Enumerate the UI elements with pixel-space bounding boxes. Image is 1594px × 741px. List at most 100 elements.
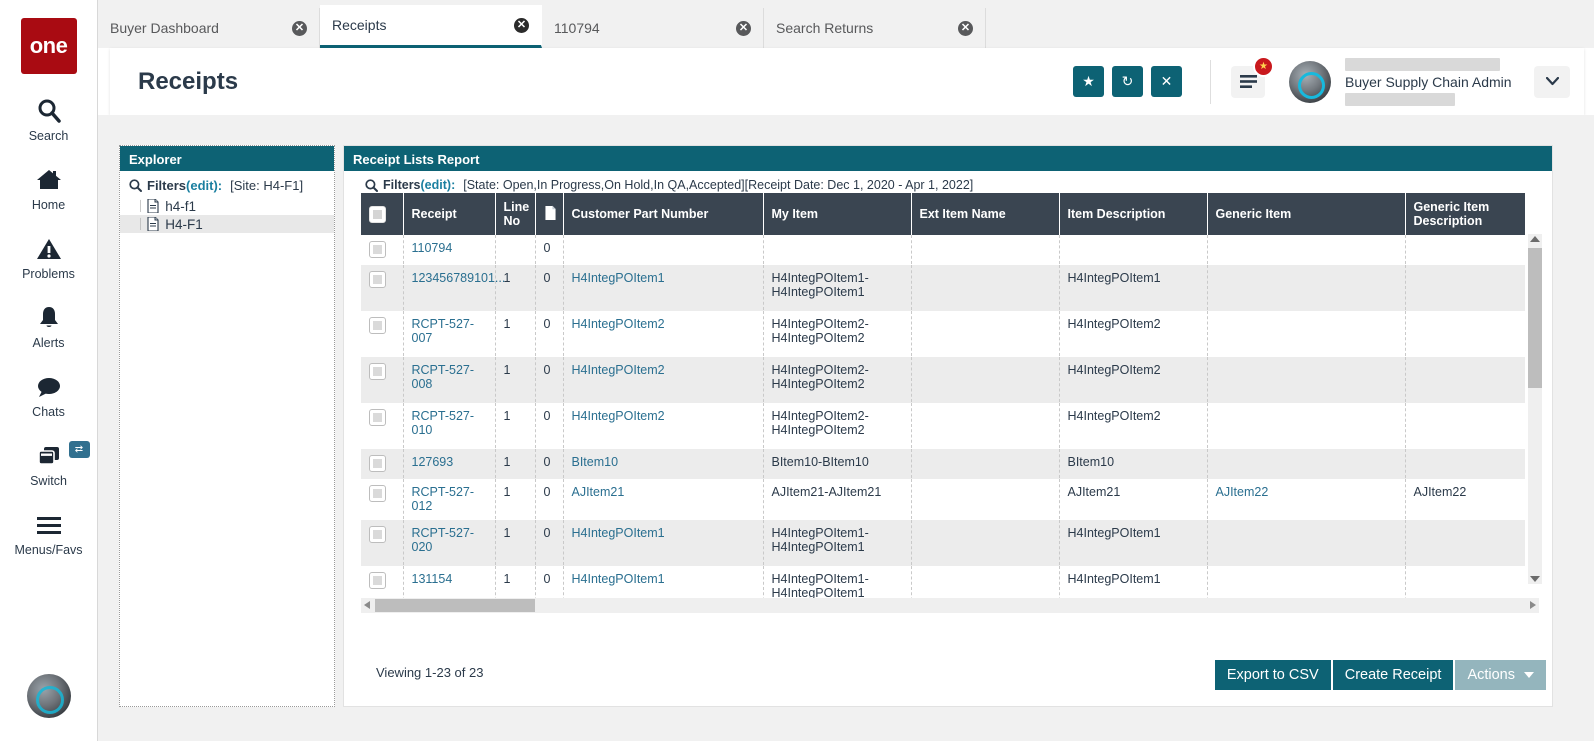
column-header-my-item[interactable]: My Item <box>763 193 911 235</box>
rail-item-home[interactable]: Home <box>0 165 98 212</box>
cell-customer-part-number[interactable]: H4IntegPOItem2 <box>563 357 763 403</box>
tab-110794[interactable]: 110794 ✕ <box>542 8 764 48</box>
cell-customer-part-number[interactable]: H4IntegPOItem1 <box>563 566 763 599</box>
cell-text: H4IntegPOItem1 <box>772 586 903 598</box>
favorite-button[interactable]: ★ <box>1073 66 1104 97</box>
table-row[interactable]: 123456789101...10H4IntegPOItem1H4IntegPO… <box>361 265 1525 311</box>
column-header-document[interactable] <box>535 193 563 235</box>
row-checkbox[interactable] <box>369 485 386 502</box>
explorer-tree-item-h4-f1-lower[interactable]: │ h4-f1 <box>120 197 334 215</box>
cell-customer-part-number[interactable]: H4IntegPOItem1 <box>563 265 763 311</box>
explorer-filters-edit-link[interactable]: (edit): <box>186 178 222 193</box>
left-nav-rail: one Search Home Problems Alerts Chats <box>0 0 98 741</box>
cell-text: AJItem21-AJItem21 <box>772 485 882 499</box>
rail-item-search[interactable]: Search <box>0 96 98 143</box>
column-header-generic-item-description[interactable]: Generic Item Description <box>1405 193 1525 235</box>
cell-generic-item-description <box>1405 235 1525 265</box>
row-checkbox[interactable] <box>369 409 386 426</box>
select-all-header <box>361 193 403 235</box>
rail-item-switch[interactable]: ⇄ Switch <box>0 441 98 488</box>
horizontal-scroll-thumb[interactable] <box>375 599 535 612</box>
table-row[interactable]: RCPT-527-00810H4IntegPOItem2H4IntegPOIte… <box>361 357 1525 403</box>
tab-search-returns[interactable]: Search Returns ✕ <box>764 8 986 48</box>
row-checkbox[interactable] <box>369 572 386 589</box>
cell-customer-part-number[interactable]: H4IntegPOItem2 <box>563 403 763 449</box>
export-to-csv-button[interactable]: Export to CSV <box>1215 660 1331 690</box>
row-checkbox[interactable] <box>369 271 386 288</box>
cell-receipt[interactable]: RCPT-527-012 <box>403 479 495 520</box>
cell-ext-item-name <box>911 449 1059 479</box>
report-filters-edit-link[interactable]: (edit): <box>421 178 456 192</box>
column-header-line-no[interactable]: Line No <box>495 193 535 235</box>
cell-receipt[interactable]: 131154 <box>403 566 495 599</box>
actions-button[interactable]: Actions <box>1455 660 1546 690</box>
column-header-receipt[interactable]: Receipt <box>403 193 495 235</box>
close-button[interactable]: ✕ <box>1151 66 1182 97</box>
tab-receipts[interactable]: Receipts ✕ <box>320 5 542 48</box>
table-row[interactable]: RCPT-527-00710H4IntegPOItem2H4IntegPOIte… <box>361 311 1525 357</box>
brand-logo[interactable]: one <box>21 18 77 74</box>
vertical-scrollbar[interactable] <box>1528 234 1542 584</box>
cell-customer-part-number[interactable]: AJItem21 <box>563 479 763 520</box>
row-checkbox[interactable] <box>369 317 386 334</box>
cell-text: 0 <box>544 241 551 255</box>
table-row[interactable]: 13115410H4IntegPOItem1H4IntegPOItem1-H4I… <box>361 566 1525 599</box>
cell-receipt[interactable]: 110794 <box>403 235 495 265</box>
cell-text: RCPT-527-012 <box>412 485 475 513</box>
row-checkbox[interactable] <box>369 241 386 258</box>
menus-favorites-button[interactable]: ★ <box>1231 66 1265 98</box>
close-icon[interactable]: ✕ <box>736 21 751 36</box>
scroll-down-icon[interactable] <box>1530 576 1540 582</box>
cell-text: H4IntegPOItem2 <box>1068 409 1161 423</box>
cell-receipt[interactable]: 123456789101... <box>403 265 495 311</box>
row-checkbox[interactable] <box>369 526 386 543</box>
tab-buyer-dashboard[interactable]: Buyer Dashboard ✕ <box>98 8 320 48</box>
table-row[interactable]: RCPT-527-02010H4IntegPOItem1H4IntegPOIte… <box>361 520 1525 566</box>
rail-item-chats[interactable]: Chats <box>0 372 98 419</box>
receipt-lists-report-panel: Receipt Lists Report Filters (edit): [St… <box>343 145 1553 707</box>
rail-item-menus-favs[interactable]: Menus/Favs <box>0 510 98 557</box>
column-header-ext-item-name[interactable]: Ext Item Name <box>911 193 1059 235</box>
table-row[interactable]: 12769310BItem10BItem10-BItem10BItem10 <box>361 449 1525 479</box>
cell-receipt[interactable]: RCPT-527-008 <box>403 357 495 403</box>
select-all-checkbox[interactable] <box>369 206 386 223</box>
scroll-right-icon[interactable] <box>1530 601 1536 609</box>
table-row[interactable]: 110794 0 <box>361 235 1525 265</box>
column-header-customer-part-number[interactable]: Customer Part Number <box>563 193 763 235</box>
cell-customer-part-number[interactable]: H4IntegPOItem2 <box>563 311 763 357</box>
close-icon[interactable]: ✕ <box>958 21 973 36</box>
tree-connector: │ <box>138 219 144 230</box>
horizontal-scrollbar[interactable] <box>361 598 1539 613</box>
rail-avatar[interactable] <box>27 674 71 718</box>
refresh-button[interactable]: ↻ <box>1112 66 1143 97</box>
user-menu-button[interactable] <box>1534 66 1570 98</box>
scroll-up-icon[interactable] <box>1530 236 1540 242</box>
cell-generic-item-description <box>1405 520 1525 566</box>
scroll-left-icon[interactable] <box>364 601 370 609</box>
rail-label-alerts: Alerts <box>33 336 65 350</box>
avatar[interactable] <box>1289 61 1331 103</box>
switch-toggle-badge[interactable]: ⇄ <box>69 441 90 458</box>
table-row[interactable]: RCPT-527-01210AJItem21AJItem21-AJItem21A… <box>361 479 1525 520</box>
close-icon[interactable]: ✕ <box>514 18 529 33</box>
column-header-generic-item[interactable]: Generic Item <box>1207 193 1405 235</box>
table-row[interactable]: RCPT-527-01010H4IntegPOItem2H4IntegPOIte… <box>361 403 1525 449</box>
cell-customer-part-number[interactable]: H4IntegPOItem1 <box>563 520 763 566</box>
close-icon[interactable]: ✕ <box>292 21 307 36</box>
row-checkbox[interactable] <box>369 363 386 380</box>
cell-customer-part-number[interactable]: BItem10 <box>563 449 763 479</box>
create-receipt-button[interactable]: Create Receipt <box>1333 660 1454 690</box>
rail-item-alerts[interactable]: Alerts <box>0 303 98 350</box>
rail-item-problems[interactable]: Problems <box>0 234 98 281</box>
cell-receipt[interactable]: RCPT-527-020 <box>403 520 495 566</box>
vertical-scroll-thumb[interactable] <box>1528 248 1542 388</box>
cell-receipt[interactable]: RCPT-527-010 <box>403 403 495 449</box>
cell-receipt[interactable]: RCPT-527-007 <box>403 311 495 357</box>
cell-generic-item[interactable]: AJItem22 <box>1207 479 1405 520</box>
cell-receipt[interactable]: 127693 <box>403 449 495 479</box>
explorer-tree-item-h4-f1-upper[interactable]: │ H4-F1 <box>120 215 334 233</box>
explorer-tree-item-label: h4-f1 <box>165 199 196 214</box>
row-checkbox[interactable] <box>369 455 386 472</box>
cell-text: 0 <box>544 572 551 586</box>
column-header-item-description[interactable]: Item Description <box>1059 193 1207 235</box>
